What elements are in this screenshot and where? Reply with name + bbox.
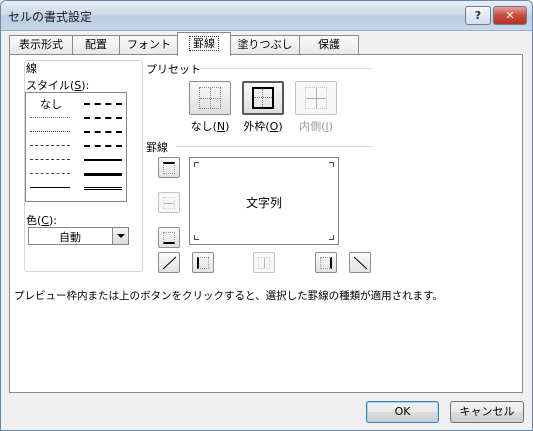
border-title: 罫線 [146, 141, 168, 154]
chevron-down-icon[interactable] [112, 228, 128, 244]
line-color-select[interactable]: 自動 [28, 227, 129, 245]
format-cells-dialog: セルの書式設定 ? ✕ 表示形式 配置 フォント 罫線 塗りつぶし 保護 線 ス… [0, 0, 533, 431]
tab-label: 表示形式 [19, 38, 63, 51]
close-button[interactable]: ✕ [493, 6, 527, 25]
tab-label: フォント [127, 38, 171, 51]
diagonal-up-border-icon [162, 256, 177, 270]
diagonal-down-border-button[interactable] [349, 252, 371, 273]
tab-label: 塗りつぶし [237, 38, 293, 51]
color-label: 色(C): [26, 214, 57, 227]
window-title: セルの書式設定 [8, 10, 93, 24]
preset-outline-icon [252, 87, 274, 109]
line-style-list[interactable]: なし [25, 92, 127, 202]
tab-label: 配置 [85, 38, 107, 51]
line-style-dotted[interactable] [30, 131, 70, 132]
bottom-border-button[interactable] [158, 227, 180, 248]
preset-none-label: なし(N) [190, 120, 230, 133]
line-style-hair[interactable] [30, 117, 70, 118]
tab-protection[interactable]: 保護 [299, 35, 359, 55]
tab-border[interactable]: 罫線 [177, 32, 231, 56]
line-style-thick[interactable] [84, 173, 122, 176]
presets-title: プリセット [146, 63, 201, 76]
preset-outline-button[interactable] [242, 81, 284, 115]
line-style-thin[interactable] [30, 187, 70, 188]
bottom-border-icon [163, 232, 175, 244]
diagonal-down-border-icon [353, 256, 368, 270]
diagonal-up-border-button[interactable] [158, 252, 180, 273]
preview-text: 文字列 [245, 196, 282, 210]
tab-fill[interactable]: 塗りつぶし [230, 35, 300, 55]
preset-none-icon [199, 87, 221, 109]
top-border-button[interactable] [158, 157, 180, 178]
border-tab-panel: 線 スタイル(S): なし 色(C): 自動 プリセット なし(N) 外枠(O)… [9, 54, 523, 393]
tab-label: 罫線 [189, 36, 219, 51]
style-label: スタイル(S): [26, 79, 90, 92]
description-text: プレビュー枠内または上のボタンをクリックすると、選択した罫線の種類が適用されます… [14, 290, 444, 302]
line-style-dash-dot-dot[interactable] [30, 145, 70, 146]
line-style-none[interactable]: なし [40, 96, 62, 112]
preset-inside-label: 内側(I) [299, 120, 333, 133]
inside-horizontal-border-button[interactable] [158, 192, 180, 213]
line-style-dashed[interactable] [30, 173, 70, 174]
inside-vertical-border-icon [258, 257, 270, 269]
preset-inside-button[interactable] [295, 81, 337, 115]
border-separator [176, 146, 372, 147]
preset-none-button[interactable] [189, 81, 231, 115]
inside-horizontal-border-icon [163, 197, 175, 209]
line-style-medium[interactable] [84, 159, 122, 161]
line-group-title: 線 [26, 62, 37, 75]
line-style-double[interactable] [84, 187, 122, 190]
left-border-button[interactable] [192, 252, 214, 273]
presets-separator [200, 68, 372, 69]
border-preview[interactable]: 文字列 [189, 157, 339, 245]
right-border-button[interactable] [315, 252, 337, 273]
title-bar: セルの書式設定 ? ✕ [1, 1, 532, 31]
left-border-icon [197, 257, 209, 269]
tab-number-format[interactable]: 表示形式 [9, 35, 73, 55]
help-button[interactable]: ? [465, 6, 491, 25]
tab-font[interactable]: フォント [119, 35, 179, 55]
cancel-button[interactable]: キャンセル [450, 401, 524, 423]
tab-label: 保護 [318, 38, 340, 51]
line-style-medium-dash-dot[interactable] [84, 131, 122, 133]
line-style-slant-dash-dot[interactable] [84, 117, 122, 119]
preset-outline-label: 外枠(O) [243, 120, 283, 133]
line-style-medium-dashed[interactable] [84, 145, 122, 147]
top-border-icon [163, 162, 175, 174]
preset-inside-icon [305, 87, 327, 109]
inside-vertical-border-button[interactable] [253, 252, 275, 273]
tab-alignment[interactable]: 配置 [72, 35, 120, 55]
line-style-medium-dash-dot-dot[interactable] [84, 103, 122, 105]
right-border-icon [320, 257, 332, 269]
line-color-value: 自動 [59, 231, 81, 244]
line-style-dash-dot[interactable] [30, 159, 70, 160]
ok-button[interactable]: OK [366, 401, 439, 423]
